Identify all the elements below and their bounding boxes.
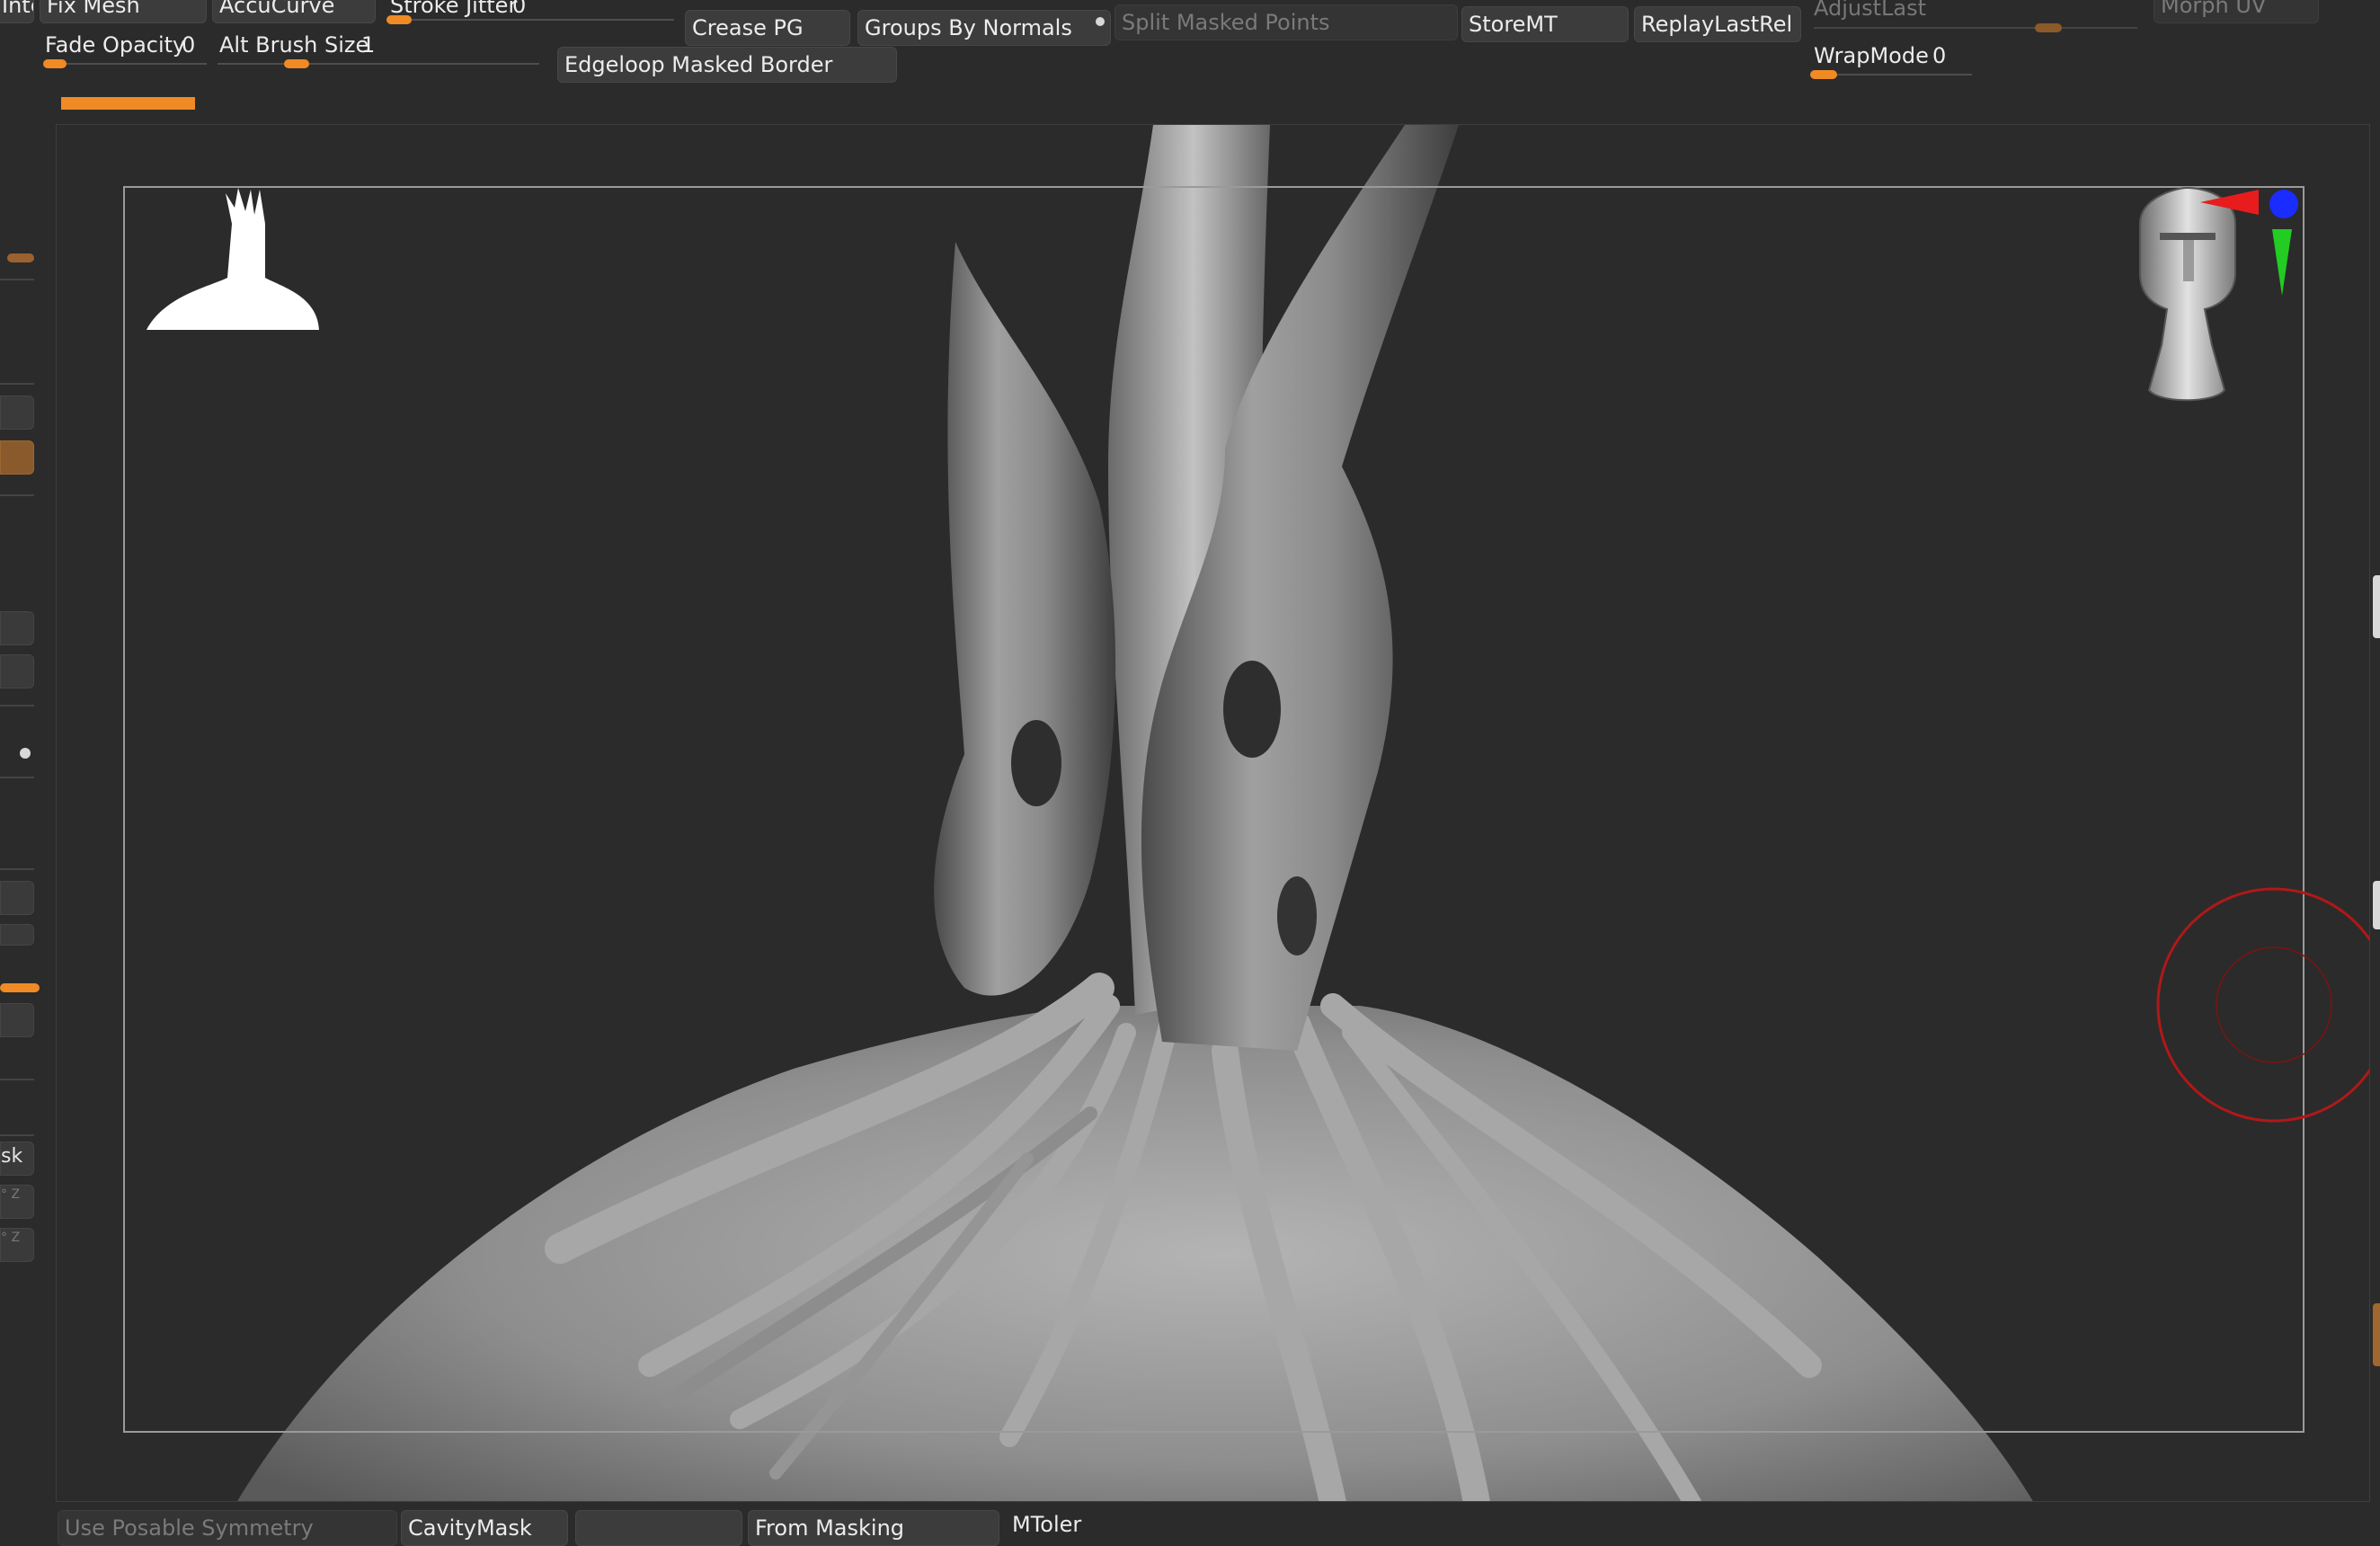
- morph-uv-label: Morph UV: [2161, 0, 2267, 18]
- left-xyz-button-1[interactable]: ° Z: [0, 1185, 34, 1219]
- morph-uv-button[interactable]: Morph UV: [2154, 0, 2319, 23]
- blank-bottom-button[interactable]: [575, 1510, 742, 1546]
- adjust-last-label: AdjustLast: [1814, 0, 1927, 21]
- wrap-mode-knob[interactable]: [1810, 70, 1837, 79]
- left-panel-button-6[interactable]: [0, 1003, 34, 1037]
- left-xyz-button-2[interactable]: ° Z: [0, 1228, 34, 1262]
- fix-mesh-label: Fix Mesh: [47, 0, 140, 18]
- fade-opacity-value: 0: [182, 32, 196, 58]
- left-panel-button-1[interactable]: [0, 395, 34, 430]
- left-panel-button-5[interactable]: [0, 924, 34, 946]
- groups-by-normals-button[interactable]: Groups By Normals: [857, 10, 1111, 46]
- mtolerance-slider[interactable]: MToler: [1005, 1510, 1113, 1546]
- fade-opacity-label: Fade Opacity: [45, 32, 186, 58]
- sculpt-canvas: [123, 125, 2369, 1501]
- split-masked-points-label: Split Masked Points: [1122, 10, 1330, 35]
- model-hole-1: [1011, 720, 1061, 806]
- wrap-mode-slider[interactable]: WrapMode 0: [1807, 41, 1972, 83]
- crease-pg-label: Crease PG: [692, 15, 804, 40]
- right-edge-tab-3[interactable]: [2373, 1303, 2380, 1366]
- model-left-blade: [934, 242, 1116, 996]
- left-panel-active-button[interactable]: [0, 440, 34, 475]
- adjust-last-knob[interactable]: [2035, 23, 2062, 32]
- replay-last-rel-label: ReplayLastRel: [1641, 12, 1793, 37]
- stroke-jitter-slider[interactable]: Stroke Jitter 0: [386, 0, 683, 32]
- edgeloop-masked-border-label: Edgeloop Masked Border: [564, 52, 833, 77]
- stroke-jitter-value: 0: [512, 0, 527, 18]
- left-slider-knob[interactable]: [7, 253, 34, 262]
- fade-opacity-slider[interactable]: Fade Opacity 0: [40, 31, 210, 72]
- silhouette-thumbnail: [147, 188, 319, 330]
- navigation-head-icon: [2139, 186, 2236, 402]
- left-panel-dot-icon: [20, 748, 31, 759]
- left-xyz-label-2: ° Z: [1, 1231, 21, 1245]
- left-panel-button-4[interactable]: [0, 881, 34, 915]
- from-masking-button[interactable]: From Masking: [748, 1510, 999, 1546]
- wrap-mode-label: WrapMode: [1814, 43, 1929, 68]
- axis-z-dot-icon: [2269, 190, 2298, 218]
- split-masked-points-button[interactable]: Split Masked Points: [1115, 4, 1458, 40]
- crease-pg-button[interactable]: Crease PG: [685, 10, 850, 46]
- left-mask-label: sk: [1, 1145, 23, 1168]
- brush-cursor-icon: [2156, 887, 2369, 1123]
- inte-button[interactable]: Inte: [0, 0, 34, 23]
- canvas-viewport[interactable]: [56, 124, 2370, 1502]
- alt-brush-size-slider[interactable]: Alt Brush Size 1: [214, 31, 543, 72]
- left-orange-knob[interactable]: [0, 983, 40, 992]
- model-hole-3: [1277, 876, 1317, 955]
- right-edge-tab-2[interactable]: [2373, 881, 2380, 929]
- use-posable-symmetry-button[interactable]: Use Posable Symmetry: [58, 1510, 397, 1546]
- fade-opacity-knob[interactable]: [43, 59, 67, 68]
- mtolerance-label: MToler: [1012, 1512, 1082, 1537]
- replay-last-rel-button[interactable]: ReplayLastRel: [1634, 6, 1801, 42]
- right-edge-tab-1[interactable]: [2373, 575, 2380, 638]
- fix-mesh-button[interactable]: Fix Mesh: [40, 0, 207, 23]
- groups-by-normals-dot-icon: [1096, 17, 1105, 26]
- progress-bar-fill: [61, 97, 195, 110]
- left-panel-button-3[interactable]: [0, 654, 34, 689]
- model-base-mound: [237, 1006, 2033, 1501]
- left-xyz-label-1: ° Z: [1, 1187, 21, 1202]
- cavity-mask-button[interactable]: CavityMask: [401, 1510, 568, 1546]
- model-hole-2: [1223, 661, 1281, 758]
- accucurve-label: AccuCurve: [219, 0, 335, 18]
- store-mt-button[interactable]: StoreMT: [1461, 6, 1629, 42]
- left-panel-button-2[interactable]: [0, 611, 34, 645]
- alt-brush-size-value: 1: [361, 32, 376, 58]
- axis-y-arrow-icon: [2272, 229, 2292, 296]
- accucurve-button[interactable]: AccuCurve: [212, 0, 376, 23]
- adjust-last-slider[interactable]: AdjustLast: [1808, 0, 2141, 32]
- left-tool-panel: sk ° Z ° Z: [0, 117, 40, 1519]
- alt-brush-size-label: Alt Brush Size: [219, 32, 369, 58]
- progress-bar: [61, 97, 803, 110]
- store-mt-label: StoreMT: [1469, 12, 1558, 37]
- left-mask-button[interactable]: sk: [0, 1142, 34, 1176]
- edgeloop-masked-border-button[interactable]: Edgeloop Masked Border: [557, 47, 897, 83]
- groups-by-normals-label: Groups By Normals: [865, 15, 1072, 40]
- stroke-jitter-knob[interactable]: [386, 15, 412, 24]
- wrap-mode-value: 0: [1932, 43, 1947, 68]
- inte-label: Inte: [2, 0, 33, 18]
- alt-brush-size-knob[interactable]: [284, 59, 309, 68]
